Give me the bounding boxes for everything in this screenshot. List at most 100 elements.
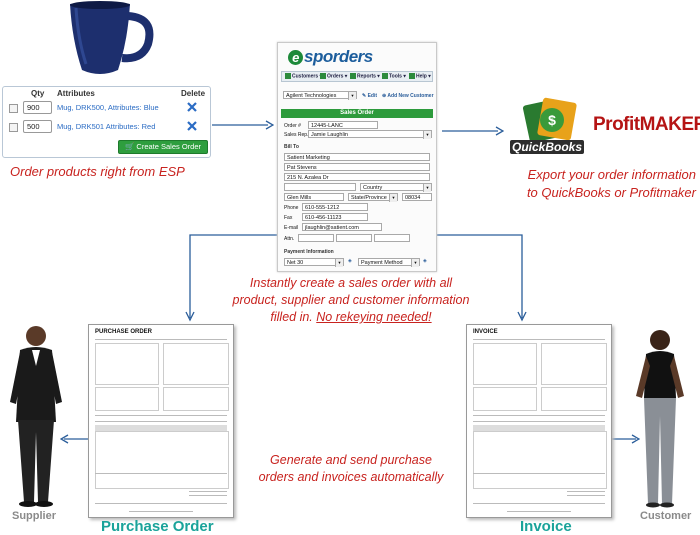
instant-caption-line2: product, supplier and customer informati… (232, 293, 470, 307)
customer-person-image (636, 330, 684, 508)
quickbooks-wordmark: QuickBooks (510, 140, 585, 154)
city-field[interactable]: Glen Mills (284, 193, 344, 201)
qty-header: Qty (31, 89, 45, 98)
country-placeholder: Country (363, 185, 383, 191)
attn-field-3[interactable] (374, 234, 410, 242)
purchase-order-document[interactable]: PURCHASE ORDER (88, 324, 234, 518)
generate-caption-line2: orders and invoices automatically (258, 470, 444, 484)
instant-caption-line1: Instantly create a sales order with all (249, 276, 453, 290)
logo-text: sporders (304, 47, 373, 66)
invoice-doc-title: INVOICE (473, 329, 498, 335)
add-new-customer-button[interactable]: ⊕ Add New Customer (382, 93, 434, 99)
edit-label: Edit (367, 93, 378, 99)
phone-field[interactable]: 610-555-1212 (302, 203, 368, 211)
menu-reports[interactable]: Reports ▾ (350, 73, 380, 79)
payment-method-placeholder: Payment Method (361, 260, 403, 266)
zip-field[interactable]: 08034 (402, 193, 432, 201)
menu-label: Customers (292, 73, 319, 80)
payment-method-select[interactable]: Payment Method ▼ (358, 258, 420, 267)
company-select[interactable]: Agilent Technologies ▼ (283, 91, 357, 100)
sales-order-header: Sales Order (281, 109, 433, 118)
payment-info-icon[interactable]: ◈ (423, 258, 427, 264)
order-from-esp-caption: Order products right from ESP (10, 164, 185, 179)
attributes-header: Attributes (57, 89, 95, 98)
logo-e: e (288, 50, 303, 65)
qty-input[interactable]: 900 (23, 101, 52, 114)
no-rekeying-emphasis: No rekeying needed! (316, 310, 432, 324)
product-attributes-link[interactable]: Mug, DRK501 Attributes: Red (57, 122, 155, 131)
chevron-down-icon: ▼ (423, 131, 431, 139)
mug-image (70, 1, 154, 74)
bill-to-heading: Bill To (284, 144, 299, 150)
menu-orders[interactable]: Orders ▾ (320, 73, 347, 79)
chevron-down-icon: ▼ (335, 259, 343, 267)
sales-rep-label: Sales Rep. (284, 132, 309, 138)
fax-label: Fax (284, 215, 293, 221)
row-checkbox[interactable] (9, 104, 18, 113)
customer-label: Customer (640, 510, 692, 522)
generate-caption-line1: Generate and send purchase (270, 453, 432, 467)
terms-info-icon[interactable]: ◈ (348, 258, 352, 264)
menu-help[interactable]: Help ▾ (409, 73, 431, 79)
email-field[interactable]: jlaughlin@satient.com (302, 223, 382, 231)
create-sales-order-button[interactable]: 🛒 Create Sales Order (118, 140, 208, 154)
row-checkbox[interactable] (9, 123, 18, 132)
menu-label: Orders (327, 73, 344, 80)
order-table: Qty Attributes Delete 900 Mug, DRK500, A… (2, 86, 211, 158)
state-placeholder: State/Province (351, 195, 387, 201)
sales-rep-select[interactable]: Jamie Laughlin ▼ (308, 130, 432, 139)
chevron-down-icon: ▼ (348, 92, 356, 100)
delete-icon[interactable] (186, 101, 198, 113)
attn-field-2[interactable] (336, 234, 372, 242)
arrow-right-icon (212, 120, 274, 130)
supplier-person-image (10, 326, 62, 507)
country-select[interactable]: Country ▼ (360, 183, 432, 192)
delete-header: Delete (181, 89, 206, 98)
bill-name-field[interactable]: Pat Stevens (284, 163, 430, 171)
customers-icon (285, 73, 291, 79)
attn-field-1[interactable] (298, 234, 334, 242)
terms-select[interactable]: Net 30 ▼ (284, 258, 344, 267)
qty-input[interactable]: 500 (23, 120, 52, 133)
terms-value: Net 30 (287, 260, 304, 266)
orders-icon (320, 73, 326, 79)
chevron-down-icon: ▼ (411, 259, 419, 267)
instant-caption-line3-text: filled in. (270, 310, 317, 324)
menu-tools[interactable]: Tools ▾ (382, 73, 406, 79)
edit-button[interactable]: ✎ Edit (362, 93, 377, 99)
bill-address-field[interactable]: 215 N. Azalea Dr (284, 173, 430, 181)
esp-orders-window: esporders Customers ▾ Orders ▾ Reports ▾… (277, 42, 437, 272)
phone-label: Phone (284, 205, 299, 211)
supplier-label: Supplier (12, 510, 57, 522)
help-icon (409, 73, 415, 79)
state-select[interactable]: State/Province ▼ (348, 193, 398, 202)
menu-bar: Customers ▾ Orders ▾ Reports ▾ Tools ▾ H… (281, 71, 433, 82)
delete-icon[interactable] (186, 120, 198, 132)
generate-caption: Generate and send purchase orders and in… (246, 452, 456, 486)
sales-rep-value: Jamie Laughlin (311, 132, 348, 138)
purchase-order-label: Purchase Order (101, 518, 214, 535)
bill-company-field[interactable]: Satient Marketing (284, 153, 430, 161)
fax-field[interactable]: 610-456-11123 (302, 213, 368, 221)
product-attributes-link[interactable]: Mug, DRK500, Attributes: Blue (57, 103, 159, 112)
order-number-label: Order # (284, 123, 301, 129)
esporders-logo: e sporders (288, 47, 373, 67)
email-label: E-mail (284, 225, 299, 231)
attn-label: Attn. (284, 236, 295, 242)
chevron-down-icon: ▼ (389, 194, 397, 202)
create-sales-order-label: Create Sales Order (136, 142, 202, 151)
chevron-down-icon: ▼ (423, 184, 431, 192)
cart-icon: 🛒 (124, 142, 137, 151)
table-row: 500 Mug, DRK501 Attributes: Red (3, 118, 210, 136)
invoice-document[interactable]: INVOICE (466, 324, 612, 518)
export-caption-line1: Export your order information (527, 167, 696, 182)
invoice-label: Invoice (520, 518, 572, 535)
address-line2-field[interactable] (284, 183, 356, 191)
menu-label: Tools (389, 73, 402, 80)
export-caption-line2: to QuickBooks or Profitmaker (526, 185, 696, 200)
menu-customers[interactable]: Customers ▾ (285, 73, 322, 79)
table-row: 900 Mug, DRK500, Attributes: Blue (3, 99, 210, 117)
reports-icon (350, 73, 356, 79)
instant-caption-line3: filled in. No rekeying needed! (220, 309, 482, 326)
order-number-field[interactable]: 12445-LANC (308, 121, 378, 129)
